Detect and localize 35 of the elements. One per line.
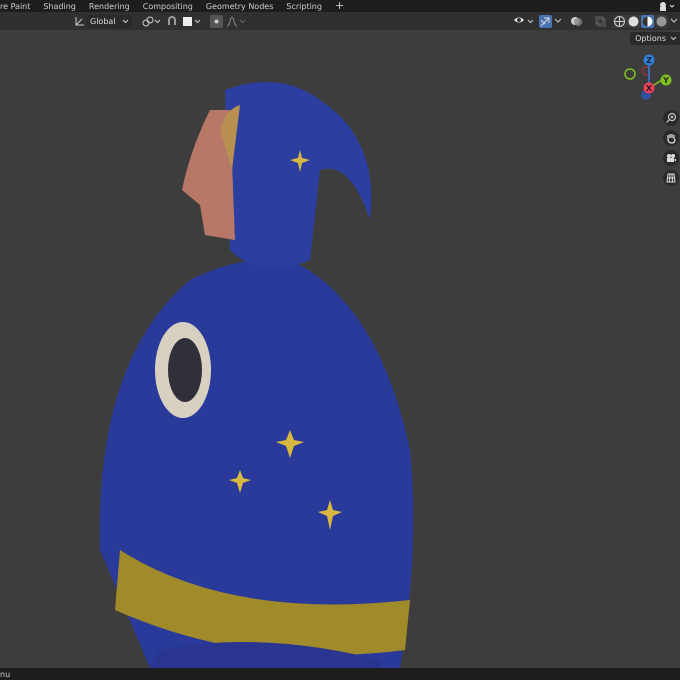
shading-mode-button[interactable] — [613, 14, 626, 28]
caret-icon[interactable] — [670, 18, 678, 24]
magnet-icon[interactable] — [166, 15, 178, 27]
snap-target-icon[interactable] — [182, 16, 202, 26]
grid-icon[interactable] — [663, 170, 679, 186]
caret-icon[interactable] — [554, 18, 562, 24]
shading-mode-button[interactable] — [627, 14, 640, 28]
camera-icon[interactable] — [663, 150, 679, 166]
add-workspace-button[interactable]: + — [334, 1, 344, 11]
gizmo-toggle[interactable] — [539, 14, 552, 28]
options-dropdown[interactable]: Options — [630, 32, 680, 45]
workspace-tab[interactable]: Scripting — [286, 2, 322, 10]
transform-orientation-icon — [74, 16, 85, 26]
caret-icon — [670, 36, 677, 41]
workspace-tab[interactable]: Compositing — [142, 2, 193, 10]
negative-axis-handle[interactable] — [642, 66, 650, 76]
scene-icon[interactable] — [658, 1, 676, 11]
overlays-icon[interactable] — [570, 14, 583, 28]
workspace-tab[interactable]: Shading — [43, 2, 76, 10]
zoom-icon[interactable] — [663, 110, 679, 126]
negative-axis-handle[interactable] — [624, 68, 636, 80]
transform-orientation-dropdown[interactable]: Global — [87, 14, 132, 28]
shading-mode-button[interactable] — [641, 14, 654, 28]
proportional-editing-icon[interactable] — [210, 14, 223, 28]
axis-handle[interactable]: Z — [644, 54, 654, 66]
axis-handle[interactable]: X — [644, 82, 654, 94]
hand-icon[interactable] — [663, 130, 679, 146]
workspace-tab[interactable]: Geometry Nodes — [206, 2, 274, 10]
caret-icon — [122, 18, 129, 24]
falloff-curve-icon[interactable] — [226, 16, 246, 26]
link-icon[interactable] — [142, 16, 162, 26]
status-text: nu — [0, 670, 10, 678]
workspace-tab[interactable]: Rendering — [88, 2, 130, 10]
workspace-tab[interactable]: re Paint — [0, 2, 30, 10]
axis-handle[interactable]: Y — [660, 74, 672, 86]
